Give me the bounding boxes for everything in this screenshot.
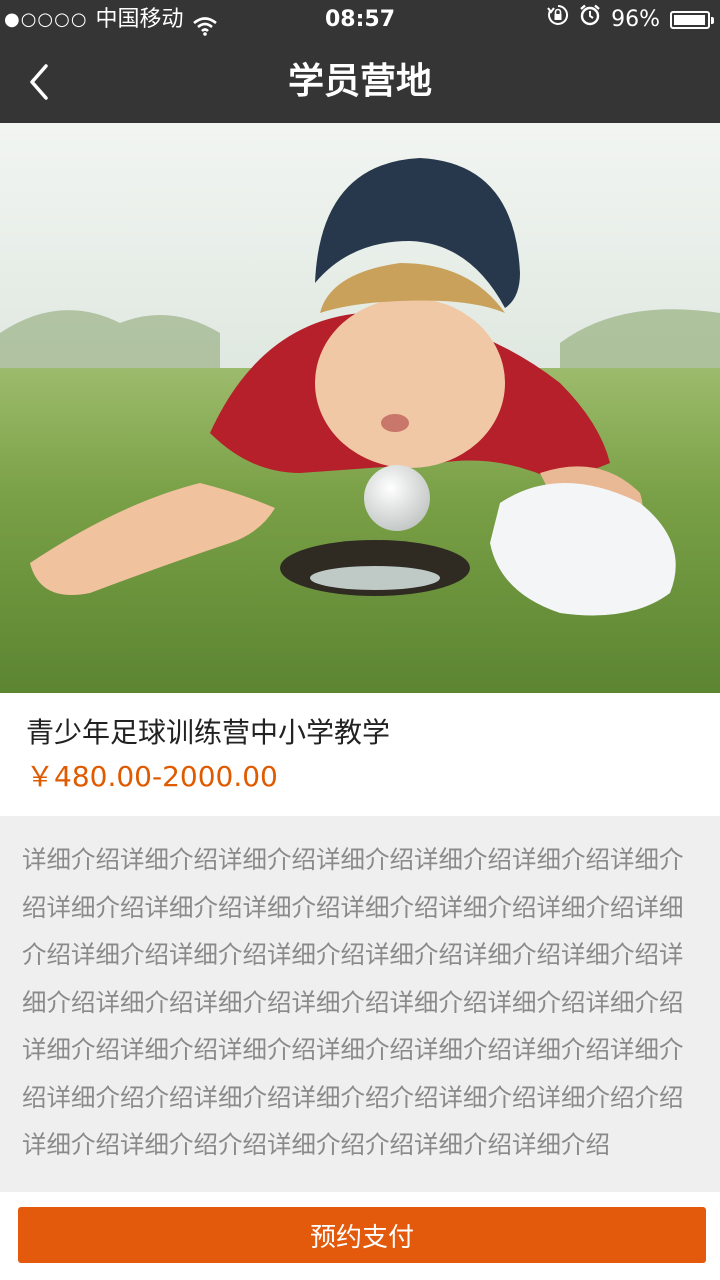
rotation-lock-icon — [547, 0, 569, 40]
hero-photo — [0, 123, 720, 693]
battery-icon — [670, 11, 714, 29]
status-bar: ●○○○○ 中国移动 08:57 96% — [0, 0, 720, 40]
hero-image — [0, 123, 720, 693]
alarm-icon — [579, 0, 601, 40]
page-title: 学员营地 — [287, 61, 432, 102]
battery-fill — [674, 15, 705, 25]
product-description: 详细介绍详细介绍详细介绍详细介绍详细介绍详细介绍详细介绍详细介绍详细介绍详细介绍… — [0, 816, 720, 1192]
battery-percent: 96% — [611, 7, 660, 32]
nav-bar: 学员营地 — [0, 40, 720, 123]
product-info: 青少年足球训练营中小学教学 ￥480.00-2000.00 — [0, 693, 720, 816]
product-title: 青少年足球训练营中小学教学 — [26, 716, 391, 749]
book-pay-button[interactable]: 预约支付 — [18, 1207, 706, 1263]
status-right: 96% — [547, 0, 714, 40]
product-price: ￥480.00-2000.00 — [26, 760, 278, 793]
footer-bar: 预约支付 — [0, 1192, 720, 1280]
